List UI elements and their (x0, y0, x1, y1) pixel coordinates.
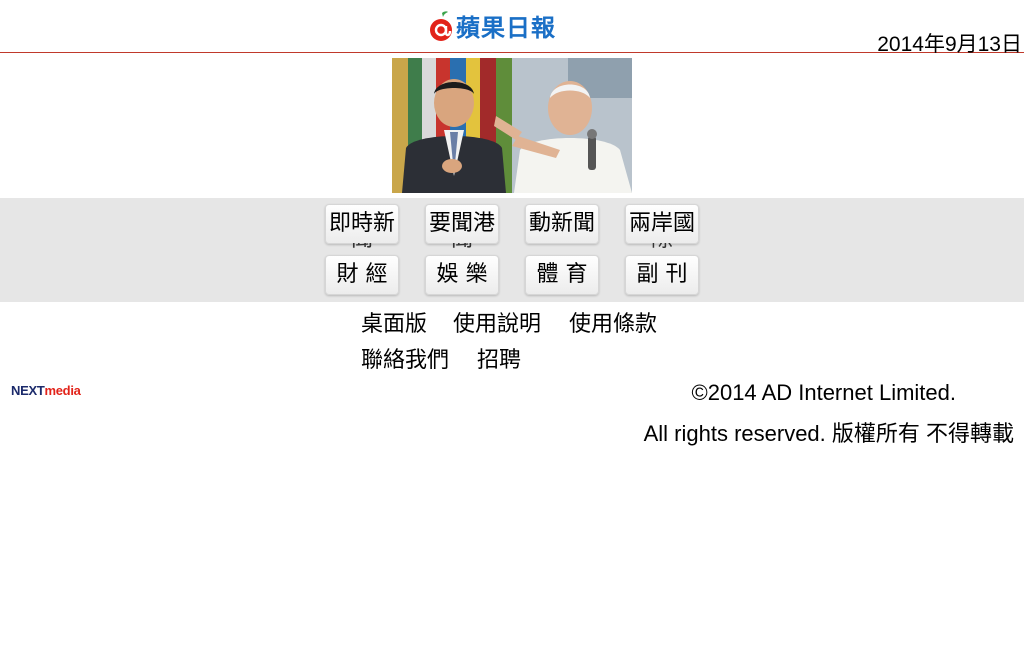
terms-link[interactable]: 使用條款 (569, 306, 657, 338)
nav-button-finance[interactable]: 財 經 (325, 255, 399, 295)
desktop-version-link[interactable]: 桌面版 (361, 306, 427, 338)
nav-label: 即時新 (328, 211, 395, 236)
contact-us-link[interactable]: 聯絡我們 (361, 342, 449, 374)
nav-label: 兩岸國 (628, 211, 695, 236)
nav-label: 副 刊 (636, 262, 688, 287)
nav-button-entertainment[interactable]: 娛 樂 (425, 255, 499, 295)
apple-at-icon (428, 10, 454, 41)
nav-label: 娛 樂 (436, 262, 488, 287)
manual-link[interactable]: 使用說明 (453, 306, 541, 338)
date-label: 2014年9月13日 (877, 33, 1022, 56)
apple-daily-logo[interactable]: 蘋果日報 (428, 8, 556, 43)
nav-button-animated-news[interactable]: 動新聞 (525, 204, 599, 244)
nav-label: 體 育 (536, 262, 588, 287)
nav-button-hk-news[interactable]: 要聞港 聞 (425, 204, 499, 252)
nav-label-overflow: 聞 (326, 243, 398, 253)
nav-band: 即時新 聞 要聞港 聞 動新聞 兩岸國 際 財 經 娛 樂 體 育 副 刊 (0, 198, 1024, 302)
nav-label-overflow-text: 際 (626, 243, 698, 253)
nav-label-overflow: 際 (626, 243, 698, 253)
jobs-link[interactable]: 招聘 (477, 342, 521, 374)
nav-label: 要聞港 (428, 211, 495, 236)
nextmedia-logo[interactable]: NEXTmedia (11, 383, 81, 398)
nav-button-instant-news[interactable]: 即時新 聞 (325, 204, 399, 252)
nav-label-overflow: 聞 (426, 243, 498, 253)
header: 蘋果日報 2014年9月13日 (0, 0, 1024, 56)
nav-button-china-world[interactable]: 兩岸國 際 (625, 204, 699, 252)
nav-button-supplement[interactable]: 副 刊 (625, 255, 699, 295)
copyright-text: ©2014 AD Internet Limited. (691, 380, 956, 405)
nextmedia-next: NEXT (11, 383, 45, 398)
nav-label: 動新聞 (528, 211, 595, 236)
nav-label: 財 經 (336, 262, 388, 287)
rights-text: All rights reserved. 版權所有 不得轉載 (643, 421, 1014, 446)
headline-photo[interactable] (392, 58, 632, 193)
nav-label-overflow-text: 聞 (426, 243, 498, 253)
nextmedia-media: media (44, 383, 81, 398)
logo-text: 蘋果日報 (456, 14, 556, 42)
nav-label-overflow (526, 243, 598, 253)
nav-label-overflow-text: 聞 (326, 243, 398, 253)
nav-button-sports[interactable]: 體 育 (525, 255, 599, 295)
